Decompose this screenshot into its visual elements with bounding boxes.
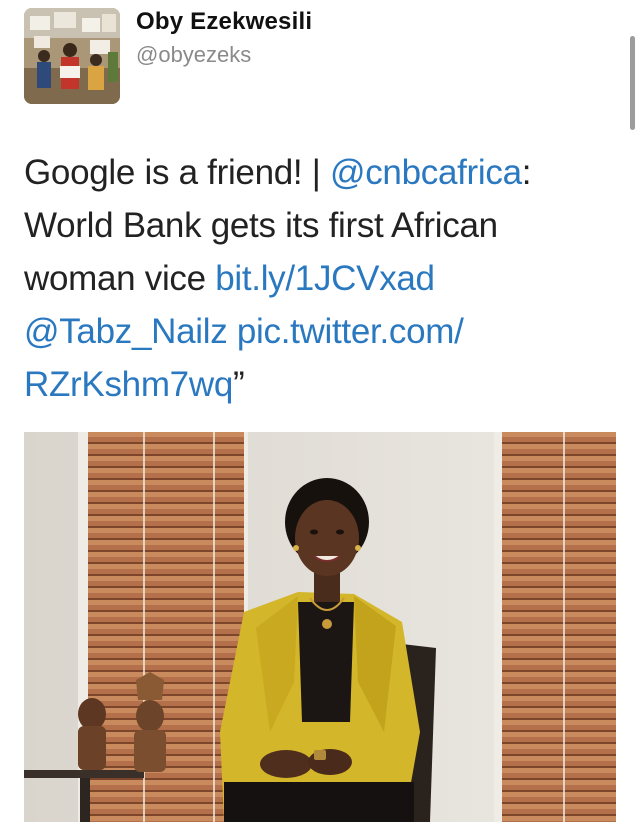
scrollbar[interactable] [630,36,635,130]
url-link[interactable]: bit.ly/1JCVxad [215,259,435,298]
tweet-text: Google is a friend! | @cnbcafrica: World … [24,146,620,411]
mention-tabz-nailz-link[interactable]: @Tabz_Nailz [24,312,228,351]
tweet-text-segment: Google is a friend! | [24,153,330,192]
author-handle[interactable]: @obyezeks [136,42,251,68]
tweet-detail-view: Oby Ezekwesili @obyezeks Google is a fri… [0,0,640,822]
author-name[interactable]: Oby Ezekwesili [136,8,312,36]
tweet-media-photo[interactable] [24,432,616,822]
mention-cnbcafrica-link[interactable]: @cnbcafrica [330,153,522,192]
photo-woman-yellow-blazer-icon [24,432,616,822]
author-avatar[interactable] [24,8,120,104]
tweet-text-segment: ” [232,365,245,404]
protest-photo-avatar-icon [24,8,120,104]
tweet-text-segment [227,312,236,351]
